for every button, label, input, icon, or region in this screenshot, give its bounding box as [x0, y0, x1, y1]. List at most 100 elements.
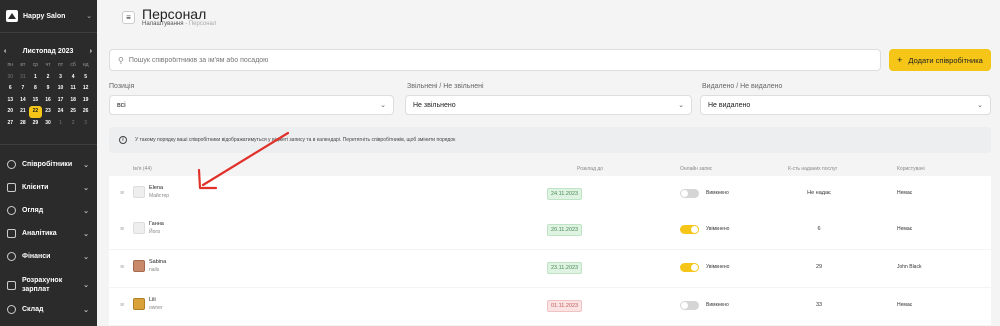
calendar-day[interactable]: 2 — [67, 118, 80, 130]
info-icon: i — [119, 136, 127, 144]
schedule-badge: 20.11.2023 — [547, 224, 583, 236]
sidebar-item-label: Співробітники — [22, 161, 73, 168]
calendar-weekday: ср — [32, 62, 39, 68]
add-employee-button[interactable]: + Додати співробітника — [889, 49, 991, 71]
calendar-day[interactable]: 16 — [42, 95, 55, 107]
chevron-down-icon: ⌄ — [86, 13, 92, 20]
drag-handle-icon[interactable]: ≡ — [120, 264, 124, 271]
calendar-day[interactable]: 29 — [29, 118, 42, 130]
chevron-down-icon: ⌄ — [977, 102, 983, 109]
calendar-day[interactable]: 1 — [29, 72, 42, 84]
employee-name[interactable]: Ганна — [149, 221, 164, 227]
sidebar-item-finance[interactable]: Фінанси ⌄ — [7, 252, 89, 261]
calendar-day[interactable]: 14 — [17, 95, 30, 107]
calendar-day[interactable]: 7 — [17, 83, 30, 95]
calendar-day[interactable]: 17 — [54, 95, 67, 107]
chevron-down-icon: ⌄ — [83, 306, 89, 314]
chevron-down-icon: ⌄ — [83, 230, 89, 238]
calendar-day[interactable]: 27 — [4, 118, 17, 130]
sidebar-item-analytics[interactable]: Аналітика ⌄ — [7, 229, 89, 238]
breadcrumb-parent-link[interactable]: Налаштування — [142, 21, 183, 27]
calendar-day[interactable]: 11 — [67, 83, 80, 95]
calendar-day[interactable]: 19 — [79, 95, 92, 107]
calendar-day[interactable]: 21 — [17, 106, 30, 118]
calendar-day[interactable]: 5 — [79, 72, 92, 84]
menu-toggle-button[interactable]: ≡ — [122, 11, 135, 24]
breadcrumb-separator: · — [185, 21, 188, 27]
linked-user: Немає — [897, 302, 913, 308]
chevron-down-icon: ⌄ — [83, 207, 89, 215]
drag-handle-icon[interactable]: ≡ — [120, 302, 124, 309]
online-booking-label: Вимкнено — [706, 302, 729, 308]
calendar-day-today[interactable]: 22 — [29, 106, 42, 118]
online-booking-toggle[interactable] — [680, 189, 699, 198]
employee-name[interactable]: Lili — [149, 297, 156, 303]
calendar-day[interactable]: 13 — [4, 95, 17, 107]
col-header-online[interactable]: Онлайн запис — [680, 166, 712, 172]
sidebar-item-label: Розрахунок зарплат — [22, 277, 63, 293]
sidebar-item-label: Фінанси — [22, 253, 51, 260]
filter-deleted-select[interactable]: Не видалено ⌄ — [700, 95, 991, 115]
calendar-day[interactable]: 12 — [79, 83, 92, 95]
calendar-day[interactable]: 23 — [42, 106, 55, 118]
calendar-prev-button[interactable]: ‹ — [4, 48, 6, 55]
calendar-day[interactable]: 15 — [29, 95, 42, 107]
brand-switcher[interactable]: Happy Salon ⌄ — [6, 7, 92, 25]
drag-handle-icon[interactable]: ≡ — [120, 190, 124, 197]
add-employee-label: Додати співробітника — [908, 55, 983, 65]
table-row[interactable]: ≡ Ганна Йога 20.11.2023 Увімкнено 6 Немає — [109, 212, 991, 249]
calendar-day[interactable]: 18 — [67, 95, 80, 107]
calendar-grid: пн вт ср чт пт сб нд 30 31 1 2 3 4 5 6 7 8 9 10 11 12 13 14 15 1… — [4, 60, 92, 130]
sidebar-item-users[interactable]: Співробітники ⌄ — [7, 160, 89, 169]
calendar-day[interactable]: 3 — [54, 72, 67, 84]
sidebar-item-warehouse[interactable]: Склад ⌄ — [7, 305, 89, 314]
employee-name[interactable]: Elena — [149, 185, 163, 191]
filter-position-select[interactable]: всі ⌄ — [109, 95, 394, 115]
sidebar-item-label: Аналітика — [22, 230, 57, 237]
avatar — [133, 222, 145, 234]
calendar-day[interactable]: 25 — [67, 106, 80, 118]
online-booking-toggle[interactable] — [680, 301, 699, 310]
table-row[interactable]: ≡ Lili owner 01.11.2023 Вимкнено 33 Немає — [109, 288, 991, 325]
table-row[interactable]: ≡ Sabina nails 23.11.2023 Увімкнено 29 John Bl… — [109, 250, 991, 287]
calendar-day[interactable]: 24 — [54, 106, 67, 118]
calendar-day[interactable]: 1 — [54, 118, 67, 130]
calendar-day[interactable]: 6 — [4, 83, 17, 95]
calendar-weekday: сб — [70, 62, 76, 68]
col-header-user[interactable]: Користувачі — [897, 166, 925, 172]
employee-name[interactable]: Sabina — [149, 259, 166, 265]
chevron-down-icon: ⌄ — [83, 184, 89, 192]
calendar-day[interactable]: 10 — [54, 83, 67, 95]
col-header-schedule[interactable]: Розклад до — [577, 166, 603, 172]
drag-handle-icon[interactable]: ≡ — [120, 226, 124, 233]
page-title: Персонал — [142, 6, 207, 22]
calendar-day[interactable]: 30 — [42, 118, 55, 130]
calendar-day[interactable]: 8 — [29, 83, 42, 95]
col-header-name[interactable]: Ім'я (44) — [133, 166, 152, 172]
online-booking-label: Увімкнено — [706, 226, 730, 232]
calendar-day[interactable]: 30 — [4, 72, 17, 84]
online-booking-toggle[interactable] — [680, 225, 699, 234]
sidebar-item-payroll[interactable]: Розрахунок зарплат ⌄ — [7, 276, 89, 294]
sidebar-item-clients[interactable]: Клієнти ⌄ — [7, 183, 89, 192]
table-row[interactable]: ≡ Elena Майстер 24.11.2023 Вимкнено Не надає Н… — [109, 176, 991, 213]
search-input[interactable] — [128, 56, 815, 64]
online-booking-toggle[interactable] — [680, 263, 699, 272]
payroll-icon — [7, 280, 16, 290]
calendar-day[interactable]: 28 — [17, 118, 30, 130]
chevron-down-icon: ⌄ — [83, 253, 89, 261]
calendar-day[interactable]: 20 — [4, 106, 17, 118]
sidebar-item-label: Склад — [22, 306, 44, 313]
col-header-services[interactable]: К-сть наданих послуг — [788, 166, 837, 172]
calendar-next-button[interactable]: › — [90, 48, 92, 55]
calendar-day[interactable]: 9 — [42, 83, 55, 95]
calendar-day[interactable]: 3 — [79, 118, 92, 130]
sidebar-item-overview[interactable]: Огляд ⌄ — [7, 206, 89, 215]
calendar-day[interactable]: 2 — [42, 72, 55, 84]
schedule-badge: 01.11.2023 — [547, 300, 583, 312]
filter-dismissed-select[interactable]: Не звільнено ⌄ — [405, 95, 692, 115]
calendar-day[interactable]: 31 — [17, 72, 30, 84]
sidebar-item-label: Огляд — [22, 207, 44, 214]
calendar-day[interactable]: 4 — [67, 72, 80, 84]
calendar-day[interactable]: 26 — [79, 106, 92, 118]
